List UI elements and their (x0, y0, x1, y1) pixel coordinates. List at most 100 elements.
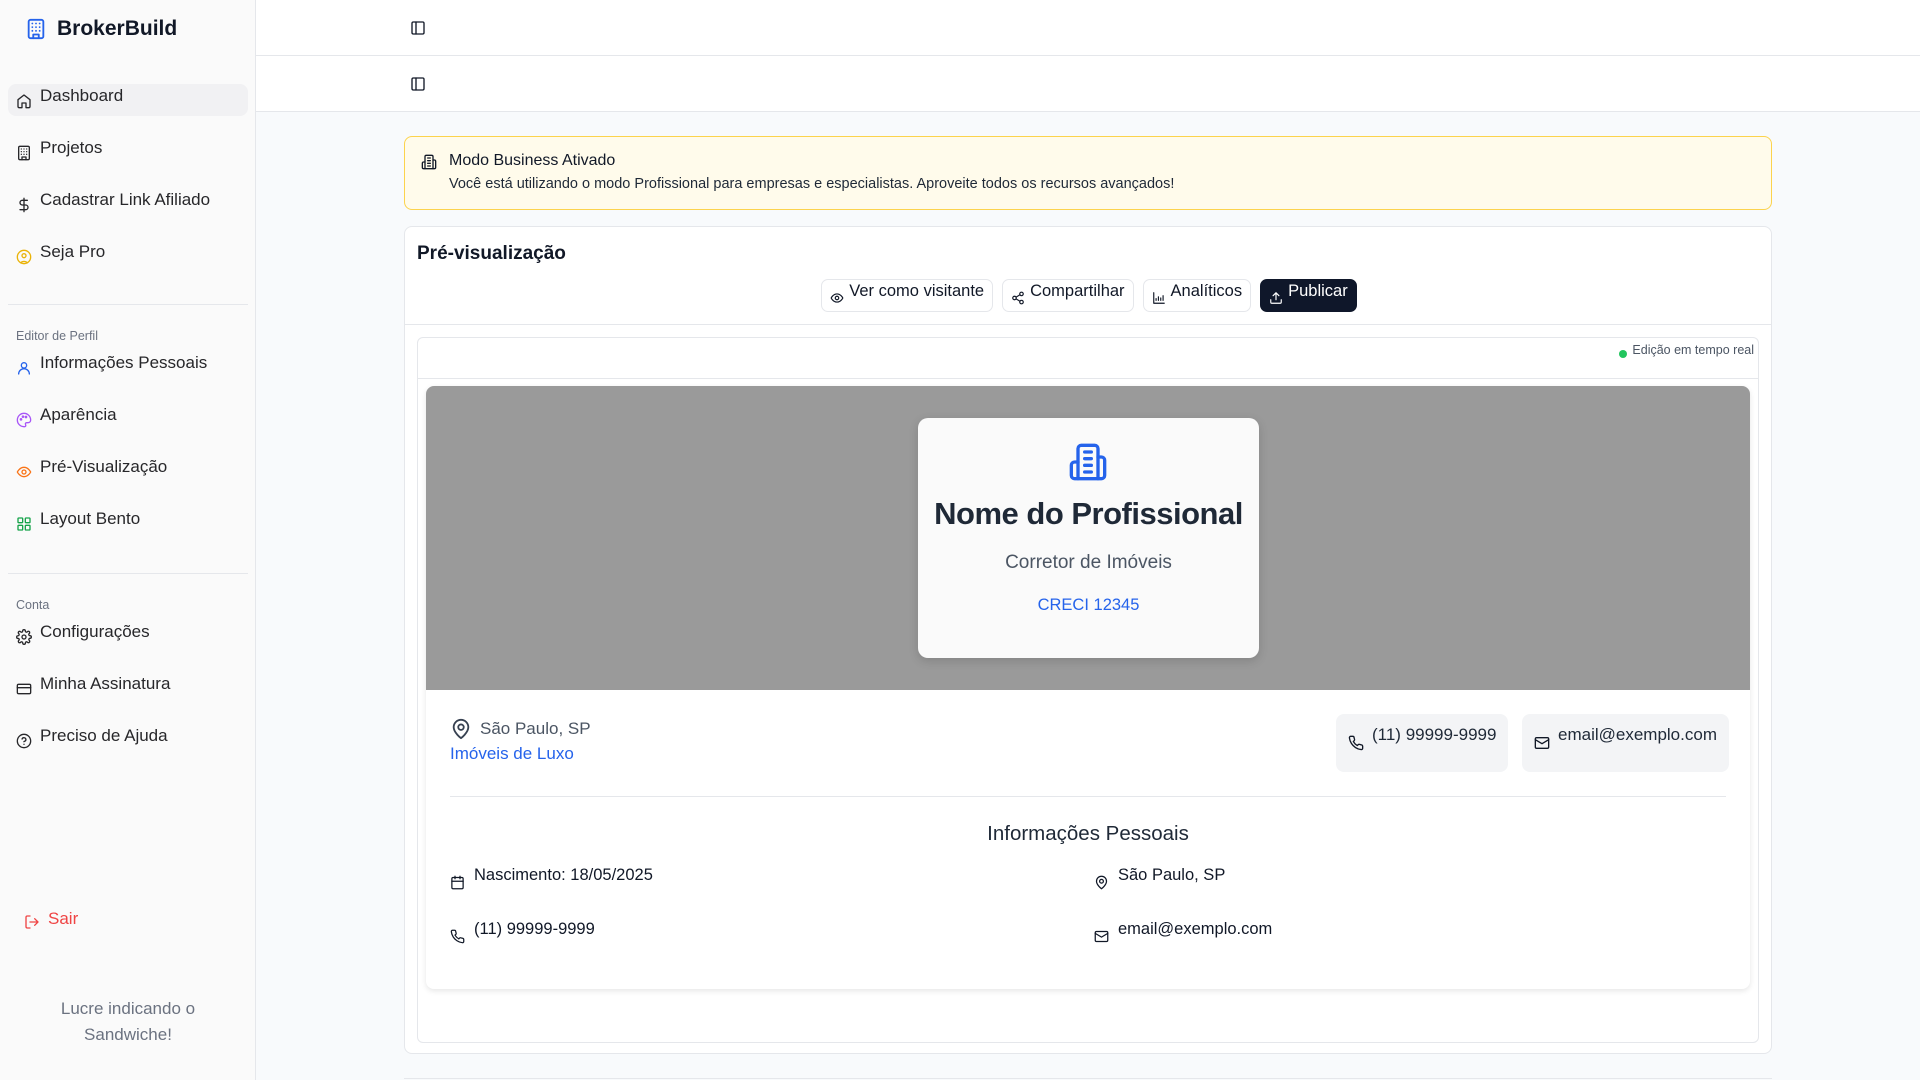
preview-frame: Edição em tempo real Nome do Profissiona… (417, 337, 1759, 1043)
profile-specialty[interactable]: Imóveis de Luxo (450, 744, 574, 764)
sidebar-item-informacoes[interactable]: Informações Pessoais (8, 351, 248, 383)
alert-title: Modo Business Ativado (449, 152, 616, 169)
top-header (256, 0, 1920, 56)
button-label: Ver como visitante (849, 282, 985, 300)
publish-button[interactable]: Publicar (1260, 279, 1357, 312)
chart-icon (1152, 291, 1166, 305)
profile-location: São Paulo, SP (450, 718, 591, 740)
profile-role: Corretor de Imóveis (1005, 552, 1172, 573)
sidebar-item-label: Minha Assinatura (40, 674, 171, 693)
button-label: Compartilhar (1030, 282, 1125, 300)
gear-icon (16, 629, 32, 645)
live-label: Edição em tempo real (1632, 343, 1754, 357)
live-edit-indicator: Edição em tempo real (1619, 342, 1754, 358)
sidebar-item-cadastrar-link[interactable]: Cadastrar Link Afiliado (8, 188, 248, 220)
phone-chip[interactable]: (11) 99999-9999 (1336, 714, 1509, 772)
profile-header-card: Nome do Profissional Corretor de Imóveis… (918, 418, 1259, 658)
sidebar-item-layout-bento[interactable]: Layout Bento (8, 507, 248, 539)
eye-icon (830, 291, 844, 305)
sidebar-item-label: Aparência (40, 405, 117, 424)
info-email-label: email@exemplo.com (1118, 920, 1273, 938)
calendar-icon (450, 875, 465, 890)
info-section-title: Informações Pessoais (987, 822, 1189, 845)
profile-creci: CRECI 12345 (1037, 596, 1140, 614)
live-dot (1619, 350, 1628, 358)
secondary-header (256, 56, 1920, 112)
sidebar-item-label: Dashboard (40, 86, 124, 105)
info-birth: Nascimento: 18/05/2025 (450, 866, 653, 890)
badge-icon (16, 249, 32, 265)
sidebar-item-label: Preciso de Ajuda (40, 726, 168, 745)
profile-divider (450, 796, 1726, 797)
preview-card: Pré-visualização Ver como visitante Comp… (404, 226, 1772, 1054)
sidebar-item-label: Configurações (40, 622, 150, 641)
sidebar-divider (8, 304, 248, 305)
business-mode-alert: Modo Business Ativado Você está utilizan… (404, 136, 1772, 210)
profile-name: Nome do Profissional (934, 496, 1243, 531)
brand-name: BrokerBuild (57, 17, 178, 40)
button-label: Analíticos (1170, 282, 1243, 300)
sidebar-item-aparencia[interactable]: Aparência (8, 403, 248, 435)
info-phone: (11) 99999-9999 (450, 920, 595, 944)
sidebar-item-label: Cadastrar Link Afiliado (40, 190, 211, 209)
button-label: Publicar (1288, 282, 1348, 300)
phone-icon (450, 929, 465, 944)
view-as-visitor-button[interactable]: Ver como visitante (821, 279, 994, 312)
sidebar-item-dashboard[interactable]: Dashboard (8, 84, 248, 116)
logout-label: Sair (48, 909, 79, 928)
promo-label: Lucre indicando o Sandwiche! (60, 999, 196, 1044)
email-chip[interactable]: email@exemplo.com (1522, 714, 1729, 772)
sidebar-item-configuracoes[interactable]: Configurações (8, 620, 248, 652)
sidebar-item-label: Informações Pessoais (40, 353, 208, 372)
next-section-edge (404, 1078, 1772, 1079)
sidebar-item-seja-pro[interactable]: Seja Pro (8, 240, 248, 272)
section-label-account: Conta (16, 598, 50, 612)
grid-icon (16, 516, 32, 532)
share-button[interactable]: Compartilhar (1002, 279, 1134, 312)
email-label: email@exemplo.com (1558, 725, 1717, 744)
birth-label: Nascimento: 18/05/2025 (474, 866, 653, 884)
credit-card-icon (16, 681, 32, 697)
user-icon (16, 360, 32, 376)
alert-description: Você está utilizando o modo Profissional… (449, 176, 1175, 192)
section-label-profile: Editor de Perfil (16, 329, 98, 343)
upload-icon (1269, 291, 1283, 305)
eye-icon (16, 464, 32, 480)
sidebar-item-minha-assinatura[interactable]: Minha Assinatura (8, 672, 248, 704)
info-location-label: São Paulo, SP (1118, 866, 1226, 884)
palette-icon (16, 412, 32, 428)
logout-button[interactable]: Sair (24, 909, 78, 930)
sidebar-item-label: Layout Bento (40, 509, 141, 528)
mail-icon (1094, 929, 1109, 944)
location-label: São Paulo, SP (480, 719, 591, 738)
profile-hero: Nome do Profissional Corretor de Imóveis… (426, 386, 1750, 690)
info-email: email@exemplo.com (1094, 920, 1272, 944)
profile-card: Nome do Profissional Corretor de Imóveis… (426, 386, 1750, 989)
sidebar-divider (8, 573, 248, 574)
sidebar-item-preciso-ajuda[interactable]: Preciso de Ajuda (8, 724, 248, 756)
logout-icon (24, 914, 40, 930)
map-pin-icon (1094, 875, 1109, 890)
home-icon (16, 93, 32, 109)
sidebar-item-label: Pré-Visualização (40, 457, 168, 476)
info-phone-label: (11) 99999-9999 (474, 920, 595, 938)
preview-title: Pré-visualização (417, 243, 566, 264)
promo-text[interactable]: Lucre indicando o Sandwiche! (0, 996, 256, 1048)
preview-divider (405, 324, 1771, 325)
sidebar-item-pre-visualizacao[interactable]: Pré-Visualização (8, 455, 248, 487)
analytics-button[interactable]: Analíticos (1142, 279, 1252, 312)
help-circle-icon (16, 733, 32, 749)
sidebar-toggle-icon[interactable] (410, 20, 426, 36)
sidebar-item-label: Seja Pro (40, 242, 106, 261)
phone-icon (1348, 735, 1364, 751)
building-icon (1068, 442, 1108, 482)
brand[interactable]: BrokerBuild (25, 17, 177, 41)
sidebar: BrokerBuild Dashboard Projetos Cadastrar… (0, 0, 256, 1080)
sidebar-toggle-icon[interactable] (410, 76, 426, 92)
building-icon (16, 145, 32, 161)
dollar-icon (16, 197, 32, 213)
sidebar-item-label: Projetos (40, 138, 103, 157)
sidebar-item-projetos[interactable]: Projetos (8, 136, 248, 168)
mail-icon (1534, 735, 1550, 751)
phone-label: (11) 99999-9999 (1372, 725, 1497, 744)
